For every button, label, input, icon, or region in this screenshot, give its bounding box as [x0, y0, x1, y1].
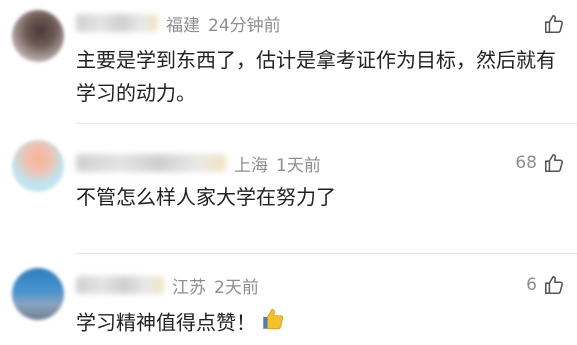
avatar[interactable] — [12, 10, 64, 62]
comment-text: 学习精神值得点赞！ — [76, 310, 256, 335]
comment-text: 主要是学到东西了，估计是拿考证作为目标，然后就有学习的动力。 — [76, 48, 556, 105]
username-blurred[interactable] — [76, 154, 226, 172]
comment-item: 上海 1天前 68 不管怎么样人家大学在努力了 — [0, 124, 577, 254]
comment-time: 2天前 — [214, 277, 259, 298]
like-count: 6 — [526, 275, 537, 295]
comment-location: 江苏 — [172, 277, 206, 298]
avatar[interactable] — [12, 140, 64, 192]
comment-meta: 江苏 2天前 — [76, 273, 259, 298]
comment-text-row: 学习精神值得点赞！ — [76, 306, 561, 342]
thumbs-up-icon — [543, 13, 565, 35]
avatar[interactable] — [12, 268, 64, 320]
comment-time: 1天前 — [276, 155, 321, 176]
like-button[interactable]: 68 — [515, 150, 565, 176]
comment-meta: 福建 24分钟前 — [76, 11, 281, 36]
username-blurred[interactable] — [76, 14, 158, 32]
comment-location: 上海 — [234, 155, 268, 176]
comment-meta: 上海 1天前 — [76, 151, 321, 176]
comment-item: 福建 24分钟前 主要是学到东西了，估计是拿考证作为目标，然后就有学习的动力。 — [0, 0, 577, 124]
comment-item: 江苏 2天前 6 学习精神值得点赞！ — [0, 254, 577, 345]
username-blurred[interactable] — [76, 276, 164, 294]
thumbs-up-icon — [543, 274, 565, 296]
like-count: 68 — [515, 153, 537, 173]
thumbs-up-emoji-icon — [260, 306, 286, 342]
comment-location: 福建 — [166, 15, 200, 36]
comment-time: 24分钟前 — [208, 15, 281, 36]
comment-text: 不管怎么样人家大学在努力了 — [76, 185, 336, 209]
like-button[interactable]: 6 — [526, 272, 565, 298]
like-button[interactable] — [537, 11, 565, 37]
thumbs-up-icon — [543, 152, 565, 174]
